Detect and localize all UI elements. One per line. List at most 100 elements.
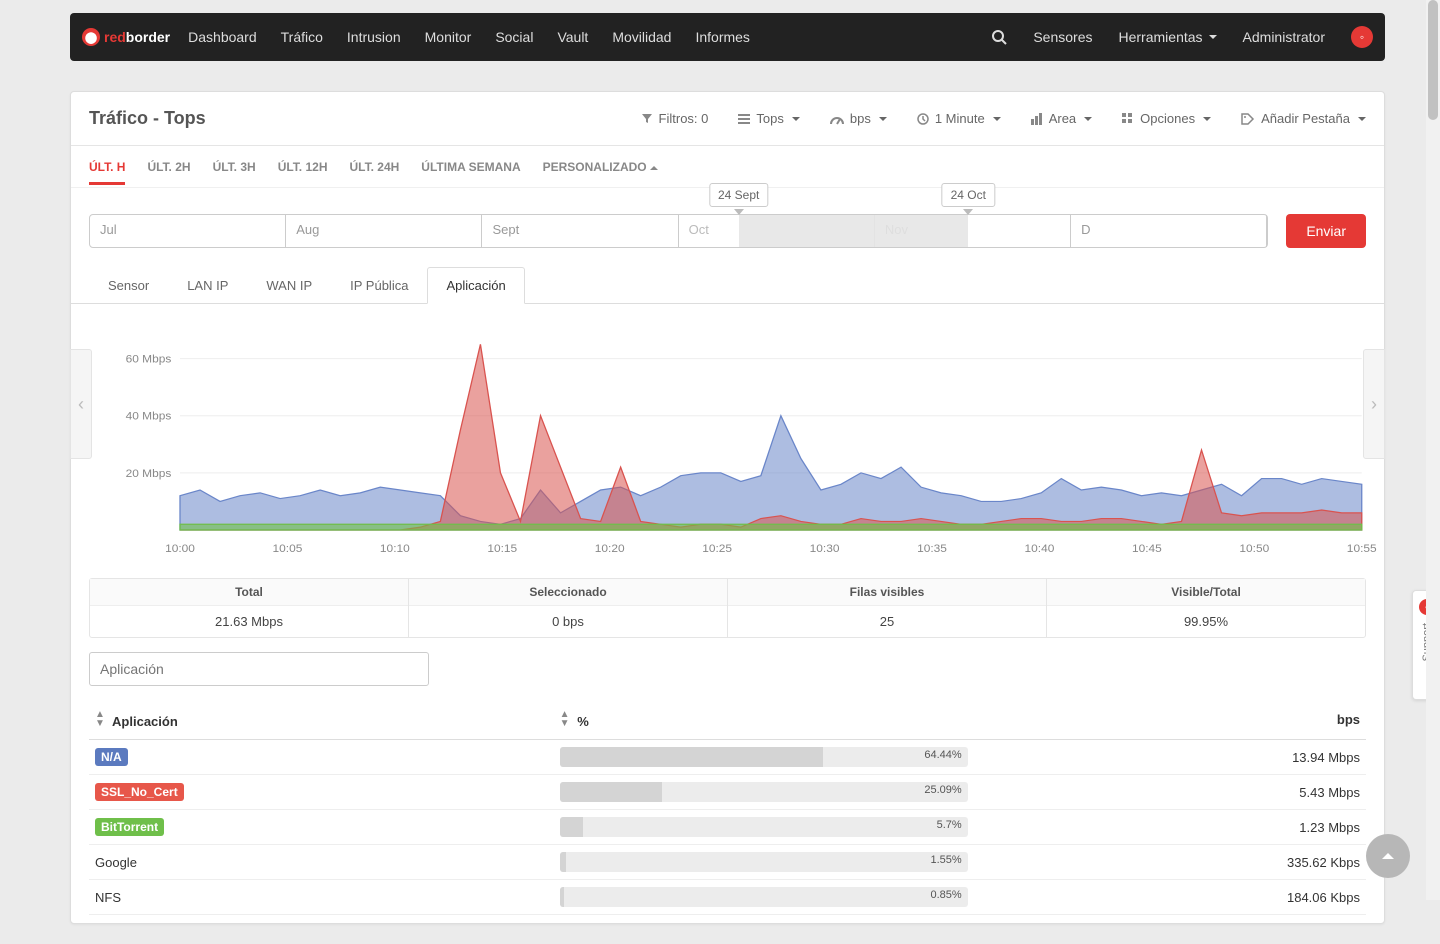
svg-text:10:15: 10:15: [487, 543, 517, 555]
nav-intrusion[interactable]: Intrusion: [347, 29, 401, 45]
timeline-selection[interactable]: [739, 215, 969, 247]
page-title: Tráfico - Tops: [89, 108, 206, 129]
caret-up-icon: [650, 166, 658, 170]
range-start-handle[interactable]: 24 Sept: [709, 183, 768, 207]
timeline-month-aug[interactable]: Aug: [286, 215, 482, 247]
svg-text:20 Mbps: 20 Mbps: [126, 468, 172, 480]
application-filter-input[interactable]: [89, 652, 429, 686]
svg-text:10:50: 10:50: [1239, 543, 1269, 555]
brand-logo[interactable]: ⬤ redborder: [82, 28, 170, 46]
nav-sensores[interactable]: Sensores: [1033, 29, 1092, 45]
caret-down-icon: [993, 117, 1001, 121]
gauge-icon: [830, 113, 844, 125]
chart-container: ‹ › 20 Mbps40 Mbps60 Mbps10:0010:0510:10…: [71, 304, 1384, 570]
range-ult-12h[interactable]: ÚLT. 12H: [278, 160, 328, 185]
table-row[interactable]: Google1.55%335.62 Kbps: [89, 845, 1366, 880]
timeline-month-jul[interactable]: Jul: [90, 215, 286, 247]
cell-pct: 0.85%: [554, 880, 974, 915]
svg-text:60 Mbps: 60 Mbps: [126, 354, 172, 366]
pct-bar-label: 0.85%: [930, 889, 961, 901]
app-tag[interactable]: SSL_No_Cert: [95, 783, 184, 801]
main-panel: Tráfico - Tops Filtros: 0 Tops bps 1 Min…: [70, 91, 1385, 924]
range-ult-2h[interactable]: ÚLT. 2H: [147, 160, 190, 185]
nav-right: Sensores Herramientas Administrator ◦: [991, 26, 1373, 48]
brand-prefix: red: [104, 29, 126, 45]
tool-addtab[interactable]: Añadir Pestaña: [1241, 111, 1366, 126]
grid-icon: [1122, 113, 1134, 125]
table-row[interactable]: N/A64.44%13.94 Mbps: [89, 740, 1366, 775]
svg-text:10:55: 10:55: [1347, 543, 1377, 555]
nav-admin[interactable]: Administrator: [1243, 29, 1325, 45]
nav-movilidad[interactable]: Movilidad: [612, 29, 671, 45]
timeline-month-dec[interactable]: D: [1071, 215, 1267, 247]
submit-range-button[interactable]: Enviar: [1286, 214, 1366, 248]
primary-nav: Dashboard Tráfico Intrusion Monitor Soci…: [188, 29, 750, 45]
range-ultima-semana[interactable]: ÚLTIMA SEMANA: [421, 160, 520, 185]
cell-pct: 25.09%: [554, 775, 974, 810]
table-row[interactable]: NFS0.85%184.06 Kbps: [89, 880, 1366, 915]
chart-next-button[interactable]: ›: [1363, 349, 1385, 459]
caret-down-icon: [1209, 35, 1217, 39]
timeline-month-sept[interactable]: Sept: [482, 215, 678, 247]
pct-bar-label: 1.55%: [930, 854, 961, 866]
nav-herramientas[interactable]: Herramientas: [1119, 29, 1217, 45]
nav-informes[interactable]: Informes: [695, 29, 749, 45]
user-avatar[interactable]: ◦: [1351, 26, 1373, 48]
tool-granularity[interactable]: 1 Minute: [917, 111, 1001, 126]
tool-filtros[interactable]: Filtros: 0: [641, 111, 709, 126]
col-pct[interactable]: ▲▼ %: [554, 700, 974, 740]
month-timeline[interactable]: Jul Aug Sept Oct Nov D 24 Sept 24 Oct: [89, 214, 1268, 248]
brand-suffix: border: [126, 29, 170, 45]
nav-monitor[interactable]: Monitor: [425, 29, 472, 45]
cell-app: BitTorrent: [89, 810, 554, 845]
summary-total-value: 21.63 Mbps: [90, 606, 408, 637]
pct-bar: 1.55%: [560, 852, 968, 872]
table-row[interactable]: BitTorrent5.7%1.23 Mbps: [89, 810, 1366, 845]
svg-text:10:00: 10:00: [165, 543, 195, 555]
chart-icon: [1031, 113, 1043, 125]
col-app[interactable]: ▲▼ Aplicación: [89, 700, 554, 740]
tool-granularity-label: 1 Minute: [935, 111, 985, 126]
search-icon[interactable]: [991, 29, 1007, 45]
range-ult-3h[interactable]: ÚLT. 3H: [213, 160, 256, 185]
range-end-handle[interactable]: 24 Oct: [942, 183, 995, 207]
svg-text:10:10: 10:10: [380, 543, 410, 555]
app-tag[interactable]: BitTorrent: [95, 818, 164, 836]
summary-selected-header: Seleccionado: [409, 579, 727, 606]
tab-ip-publica[interactable]: IP Pública: [331, 267, 427, 304]
view-toolbar: Filtros: 0 Tops bps 1 Minute Area Opcion…: [641, 111, 1366, 126]
scroll-to-top-button[interactable]: [1366, 834, 1410, 878]
table-row[interactable]: SSL_No_Cert25.09%5.43 Mbps: [89, 775, 1366, 810]
dimension-tabs: Sensor LAN IP WAN IP IP Pública Aplicaci…: [71, 266, 1384, 304]
col-bps[interactable]: bps: [974, 700, 1366, 740]
tab-lan-ip[interactable]: LAN IP: [168, 267, 247, 304]
pct-bar-label: 25.09%: [924, 784, 961, 796]
range-personalizado[interactable]: PERSONALIZADO: [543, 160, 658, 185]
chart-prev-button[interactable]: ‹: [70, 349, 92, 459]
page-scrollbar[interactable]: [1426, 0, 1440, 900]
tool-opciones[interactable]: Opciones: [1122, 111, 1211, 126]
tool-bps[interactable]: bps: [830, 111, 887, 126]
range-ult-h[interactable]: ÚLT. H: [89, 160, 125, 185]
tool-tops[interactable]: Tops: [738, 111, 799, 126]
svg-text:10:45: 10:45: [1132, 543, 1162, 555]
tool-bps-label: bps: [850, 111, 871, 126]
cell-app: Google: [89, 845, 554, 880]
nav-dashboard[interactable]: Dashboard: [188, 29, 257, 45]
tool-charttype[interactable]: Area: [1031, 111, 1092, 126]
scrollbar-thumb[interactable]: [1428, 0, 1438, 120]
cell-pct: 64.44%: [554, 740, 974, 775]
tab-aplicacion[interactable]: Aplicación: [427, 267, 524, 304]
nav-social[interactable]: Social: [495, 29, 533, 45]
tab-sensor[interactable]: Sensor: [89, 267, 168, 304]
applications-table: ▲▼ Aplicación ▲▼ % bps N/A64.44%13.94 Mb…: [89, 700, 1366, 915]
pct-bar: 25.09%: [560, 782, 968, 802]
app-tag[interactable]: N/A: [95, 748, 128, 766]
pct-bar: 5.7%: [560, 817, 968, 837]
cell-pct: 5.7%: [554, 810, 974, 845]
tab-wan-ip[interactable]: WAN IP: [247, 267, 331, 304]
nav-vault[interactable]: Vault: [557, 29, 588, 45]
nav-trafico[interactable]: Tráfico: [281, 29, 323, 45]
tool-charttype-label: Area: [1049, 111, 1076, 126]
range-ult-24h[interactable]: ÚLT. 24H: [350, 160, 400, 185]
